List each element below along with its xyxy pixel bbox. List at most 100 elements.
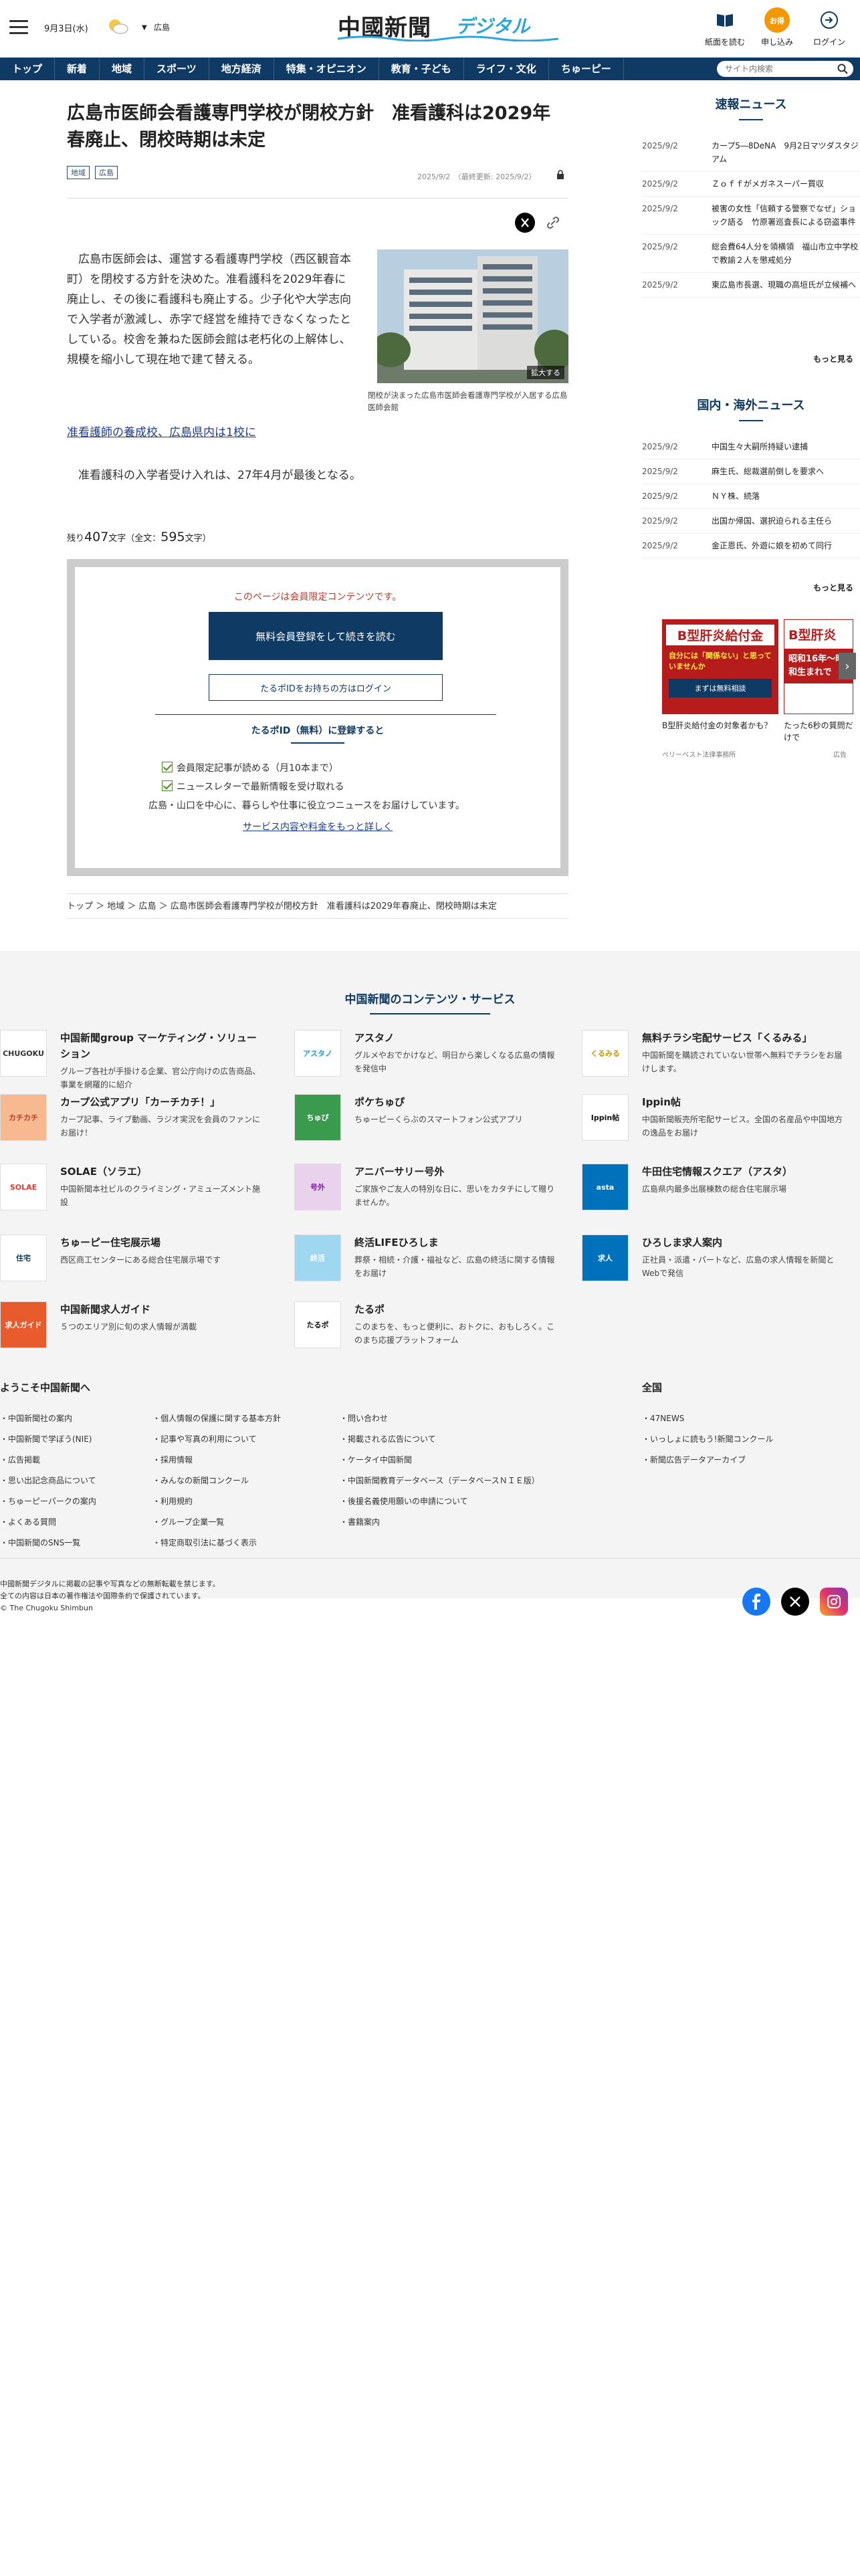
news-title[interactable]: 被害の女性「信頼する警察でなぜ」ショック語る 竹原署巡査長による窃盗事件 bbox=[712, 202, 860, 229]
news-item[interactable]: 2025/9/2 Ｚｏｆｆがメガネスーパー買収 bbox=[642, 172, 860, 197]
news-title[interactable]: 中国生々大嗣所持疑い逮捕 bbox=[712, 440, 860, 453]
news-title[interactable]: 総会費64人分を領横領 福山市立中学校で教諭２人を懲戒処分 bbox=[712, 240, 860, 267]
nav-item-region[interactable]: 地域 bbox=[100, 58, 145, 80]
footer-link[interactable]: ・47NEWS bbox=[642, 1408, 684, 1429]
tag-region[interactable]: 地域 bbox=[67, 166, 90, 179]
news-item[interactable]: 2025/9/2 中国生々大嗣所持疑い逮捕 bbox=[642, 435, 860, 459]
service-item[interactable]: カチカチ カープ公式アプリ「カーチカチ！」 カープ記事、ライブ動画、ラジオ実況を会員… bbox=[0, 1094, 260, 1154]
nav-item-education[interactable]: 教育・子ども bbox=[379, 58, 464, 80]
footer-link[interactable]: ・よくある質問 bbox=[0, 1512, 56, 1533]
footer-link[interactable]: ・ちゅーピーパークの案内 bbox=[0, 1491, 96, 1512]
service-item[interactable]: くるみる 無料チラシ宅配サービス「くるみる」 中国新聞を購読されていない世帯へ無料で… bbox=[582, 1030, 842, 1090]
news-item[interactable]: 2025/9/2 被害の女性「信頼する警察でなぜ」ショック語る 竹原署巡査長による… bbox=[642, 197, 860, 235]
service-item[interactable]: Ippin帖 Ippin帖 中国新聞販売所宅配サービス。全国の名産品や中国地方の逸品… bbox=[582, 1094, 843, 1154]
service-item[interactable]: asta 牛田住宅情報スクエア（アスタ） 広島県内最多出展棟数の総合住宅展示場 bbox=[582, 1164, 796, 1224]
service-name[interactable]: Ippin帖 bbox=[642, 1094, 843, 1110]
footer-link[interactable]: ・書籍案内 bbox=[340, 1512, 380, 1533]
service-thumbnail[interactable]: asta bbox=[582, 1164, 629, 1210]
login-button[interactable]: ログイン bbox=[805, 7, 853, 51]
service-name[interactable]: ちゅーピー住宅展示場 bbox=[60, 1235, 261, 1251]
world-more-link[interactable]: もっと見る bbox=[813, 582, 853, 593]
footer-link[interactable]: ・広告掲載 bbox=[0, 1450, 40, 1471]
footer-link[interactable]: ・中国新聞社の案内 bbox=[0, 1408, 72, 1429]
news-item[interactable]: 2025/9/2 総会費64人分を領横領 福山市立中学校で教諭２人を懲戒処分 bbox=[642, 235, 860, 273]
footer-link[interactable]: ・中国新聞のSNS一覧 bbox=[0, 1533, 80, 1553]
news-title[interactable]: 金正恩氏、外遊に娘を初めて同行 bbox=[712, 539, 860, 552]
related-article-link[interactable]: 准看護師の養成校、広島県内は1校に bbox=[67, 423, 256, 439]
service-item[interactable]: SOLAE SOLAE（ソラエ） 中国新聞本社ビルのクライミング・アミューズメント施… bbox=[0, 1164, 260, 1224]
news-item[interactable]: 2025/9/2 東広島市長選、現職の高垣氏が立候補へ bbox=[642, 273, 860, 298]
nav-item-life[interactable]: ライフ・文化 bbox=[464, 58, 549, 80]
service-item[interactable]: CHUGOKU 中国新聞group マーケティング・ソリューション グループ各社が手… bbox=[0, 1030, 260, 1090]
service-name[interactable]: 牛田住宅情報スクエア（アスタ） bbox=[642, 1164, 843, 1180]
news-item[interactable]: 2025/9/2 カープ5―8DeNA 9月2日マツダスタジアム bbox=[642, 134, 860, 172]
service-name[interactable]: 無料チラシ宅配サービス「くるみる」 bbox=[642, 1030, 843, 1046]
ad-caption-2[interactable]: たった6秒の質問だけで bbox=[784, 720, 853, 744]
news-item[interactable]: 2025/9/2 麻生氏、総裁選前倒しを要求へ bbox=[642, 459, 860, 484]
service-thumbnail[interactable]: 住宅 bbox=[0, 1235, 47, 1281]
service-name[interactable]: カープ公式アプリ「カーチカチ！」 bbox=[60, 1094, 261, 1110]
service-item[interactable]: 求人 ひろしま求人案内 正社員・派遣・パートなど、広島の求人情報を新聞とWebで発信 bbox=[582, 1235, 834, 1295]
service-item[interactable]: アスタノ アスタノ グルメやおでかけなど、明日から楽しくなる広島の情報を発信中 bbox=[294, 1030, 554, 1090]
news-item[interactable]: 2025/9/2 金正恩氏、外遊に娘を初めて同行 bbox=[642, 534, 860, 558]
service-thumbnail[interactable]: くるみる bbox=[582, 1030, 629, 1077]
sidebar-ad[interactable]: B型肝炎給付金 自分には「関係ない」と思っていませんか まずは無料相談 B型肝炎… bbox=[642, 619, 860, 793]
news-title[interactable]: 東広島市長選、現職の高垣氏が立候補へ bbox=[712, 278, 860, 292]
service-item[interactable]: 求人ガイド 中国新聞求人ガイド ５つのエリア別に旬の求人情報が満載 bbox=[0, 1301, 214, 1362]
copy-link-icon[interactable] bbox=[543, 213, 563, 233]
region-dropdown-icon[interactable]: ▼ bbox=[142, 24, 147, 31]
photo-enlarge-button[interactable]: 拡大する bbox=[527, 366, 564, 379]
nav-item-opinion[interactable]: 特集・オピニオン bbox=[274, 58, 379, 80]
breaking-more-link[interactable]: もっと見る bbox=[813, 353, 853, 364]
nav-item-sports[interactable]: スポーツ bbox=[144, 58, 209, 80]
free-register-button[interactable]: 無料会員登録をして続きを読む bbox=[209, 612, 443, 660]
service-item[interactable]: 終活 終活LIFEひろしま 葬祭・相続・介護・福祉など、広島の終活に関する情報をお届… bbox=[294, 1235, 554, 1295]
service-name[interactable]: アスタノ bbox=[354, 1030, 555, 1046]
footer-link[interactable]: ・個人情報の保護に関する基本方針 bbox=[152, 1408, 281, 1429]
service-item[interactable]: 号外 アニバーサリー号外 ご家族やご友人の特別な日に、思いをカタチにして贈りませんか… bbox=[294, 1164, 554, 1224]
footer-link[interactable]: ・みんなの新聞コンクール bbox=[152, 1471, 249, 1491]
service-thumbnail[interactable]: ちゅぴ bbox=[294, 1094, 341, 1141]
tag-hiroshima[interactable]: 広島 bbox=[95, 166, 118, 179]
service-name[interactable]: アニバーサリー号外 bbox=[354, 1164, 555, 1180]
footer-link[interactable]: ・問い合わせ bbox=[340, 1408, 388, 1429]
service-thumbnail[interactable]: 号外 bbox=[294, 1164, 341, 1210]
service-thumbnail[interactable]: 求人ガイド bbox=[0, 1301, 47, 1348]
x-share-icon[interactable] bbox=[515, 213, 535, 233]
news-item[interactable]: 2025/9/2 出国か帰国、選択迫られる主任ら bbox=[642, 509, 860, 534]
ad-banner-1[interactable]: B型肝炎給付金 自分には「関係ない」と思っていませんか まずは無料相談 bbox=[662, 619, 778, 714]
footer-link[interactable]: ・掲載される広告について bbox=[340, 1429, 436, 1450]
service-thumbnail[interactable]: たるポ bbox=[294, 1301, 341, 1348]
news-title[interactable]: カープ5―8DeNA 9月2日マツダスタジアム bbox=[712, 139, 860, 166]
read-paper-button[interactable]: 紙面を読む bbox=[701, 7, 749, 51]
footer-link[interactable]: ・中国新聞教育データベース（データベースＮＩＥ版） bbox=[340, 1471, 540, 1491]
breadcrumb[interactable]: トップ ＞ 地域 ＞ 広島 ＞ 広島市医師会看護専門学校が閉校方針 准看護科は2… bbox=[67, 893, 568, 919]
news-title[interactable]: ＮＹ株、続落 bbox=[712, 490, 860, 503]
news-title[interactable]: 出国か帰国、選択迫られる主任ら bbox=[712, 514, 860, 528]
service-name[interactable]: ひろしま求人案内 bbox=[642, 1235, 843, 1251]
region-select[interactable]: 広島 bbox=[154, 21, 170, 33]
search-input[interactable] bbox=[717, 61, 824, 77]
menu-icon[interactable] bbox=[9, 20, 28, 35]
signup-button[interactable]: お得 申し込み bbox=[753, 7, 801, 51]
footer-link[interactable]: ・中国新聞で学ぼう(NIE) bbox=[0, 1429, 92, 1450]
service-thumbnail[interactable]: 終活 bbox=[294, 1235, 341, 1281]
service-name[interactable]: 中国新聞求人ガイド bbox=[60, 1301, 261, 1317]
news-item[interactable]: 2025/9/2 ＮＹ株、続落 bbox=[642, 484, 860, 509]
nav-item-top[interactable]: トップ bbox=[0, 58, 56, 80]
service-thumbnail[interactable]: アスタノ bbox=[294, 1030, 341, 1077]
news-title[interactable]: Ｚｏｆｆがメガネスーパー買収 bbox=[712, 177, 860, 191]
instagram-icon[interactable] bbox=[820, 1588, 848, 1616]
nav-item-chupy[interactable]: ちゅーピー bbox=[549, 58, 624, 80]
footer-link[interactable]: ・採用情報 bbox=[152, 1450, 193, 1471]
x-icon[interactable] bbox=[781, 1588, 809, 1616]
footer-link[interactable]: ・グループ企業一覧 bbox=[152, 1512, 224, 1533]
service-thumbnail[interactable]: カチカチ bbox=[0, 1094, 47, 1141]
service-name[interactable]: 終活LIFEひろしま bbox=[354, 1235, 555, 1251]
footer-link[interactable]: ・思い出記念商品について bbox=[0, 1471, 96, 1491]
service-thumbnail[interactable]: Ippin帖 bbox=[582, 1094, 629, 1141]
facebook-icon[interactable] bbox=[742, 1588, 770, 1616]
ad-caption-1[interactable]: B型肝炎給付金の対象者かも？ bbox=[662, 720, 776, 732]
service-details-link[interactable]: サービス内容や料金をもっと詳しく bbox=[75, 820, 560, 833]
nav-item-economy[interactable]: 地方経済 bbox=[209, 58, 274, 80]
